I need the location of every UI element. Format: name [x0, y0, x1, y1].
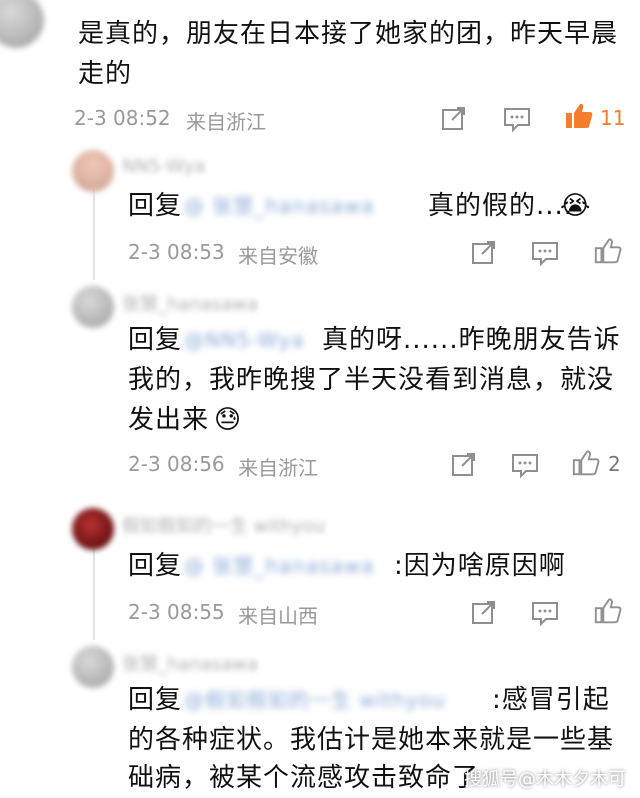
- reply3-handle[interactable]: 假如假如的一生 withyou: [122, 512, 325, 538]
- reply4-mention[interactable]: @假如假如的一生 withyou: [184, 680, 446, 720]
- reply1-prefix: 回复: [128, 191, 183, 221]
- share-icon[interactable]: [450, 450, 478, 478]
- comment-icon[interactable]: [530, 599, 560, 627]
- top-avatar: [0, 0, 44, 48]
- thumbs-up-icon[interactable]: [570, 448, 602, 478]
- reply1-emoji: 😭: [560, 191, 592, 221]
- reply4-avatar: [72, 646, 114, 688]
- reply2-avatar: [72, 286, 114, 328]
- reply3-prefix: 回复: [128, 551, 183, 581]
- reply2-line1: 真的呀......昨晚朋友告诉: [322, 325, 621, 355]
- reply4-handle[interactable]: 张慧_hanasawa: [122, 650, 258, 676]
- thumbs-up-icon[interactable]: [563, 100, 595, 132]
- top-comment-line2: 走的: [78, 59, 133, 89]
- reply1-location: 来自安徽: [238, 244, 318, 268]
- reply3-time: 2-3 08:55: [128, 600, 225, 624]
- reply4-prefix: 回复: [128, 685, 183, 715]
- reply2-location: 来自浙江: [238, 456, 318, 480]
- reply2-like-count: 2: [608, 452, 621, 476]
- reply2-handle[interactable]: 张慧_hanasawa: [122, 290, 258, 316]
- top-like-count: 11: [600, 106, 626, 130]
- reply4-line2: 的各种症状。我估计是她本来就是一些基: [128, 725, 615, 755]
- thumbs-up-icon[interactable]: [592, 596, 624, 626]
- reply1-handle[interactable]: NN5-Wya: [122, 156, 205, 177]
- comment-icon[interactable]: [502, 105, 532, 133]
- comment-icon[interactable]: [530, 239, 560, 267]
- reply1-text: 真的假的....: [428, 191, 574, 221]
- reply2-mention[interactable]: @NN5-Wya: [184, 320, 305, 360]
- thread-line: [93, 190, 95, 280]
- reply2-prefix: 回复: [128, 325, 183, 355]
- reply4-line3: 础病，被某个流感攻击致命了: [128, 763, 480, 793]
- reply2-emoji: 😓: [214, 405, 243, 435]
- thumbs-up-icon[interactable]: [592, 236, 624, 266]
- reply1-time: 2-3 08:53: [128, 240, 225, 264]
- reply3-mention[interactable]: @ 张慧_hanasawa: [184, 546, 375, 586]
- reply3-avatar: [72, 508, 114, 550]
- comment-icon[interactable]: [510, 451, 540, 479]
- reply1-avatar: [72, 150, 114, 192]
- reply3-location: 来自山西: [238, 604, 318, 628]
- reply2-time: 2-3 08:56: [128, 452, 225, 476]
- reply1-mention[interactable]: @ 张慧_hanasawa: [184, 186, 375, 226]
- top-comment-line1: 是真的，朋友在日本接了她家的团，昨天早晨: [78, 19, 619, 49]
- reply2-line2: 我的，我昨晚搜了半天没看到消息，就没: [128, 365, 615, 395]
- share-icon[interactable]: [470, 598, 498, 626]
- reply4-line1: :感冒引起: [492, 685, 610, 715]
- reply2-line3: 发出来: [128, 405, 210, 435]
- share-icon[interactable]: [440, 104, 468, 132]
- share-icon[interactable]: [470, 238, 498, 266]
- reply3-text: :因为啥原因啊: [394, 551, 566, 581]
- top-comment-time: 2-3 08:52: [74, 106, 171, 130]
- watermark: 搜狐号@木木夕木可: [464, 769, 626, 790]
- top-comment-location: 来自浙江: [186, 110, 266, 134]
- thread-line-2: [93, 548, 95, 640]
